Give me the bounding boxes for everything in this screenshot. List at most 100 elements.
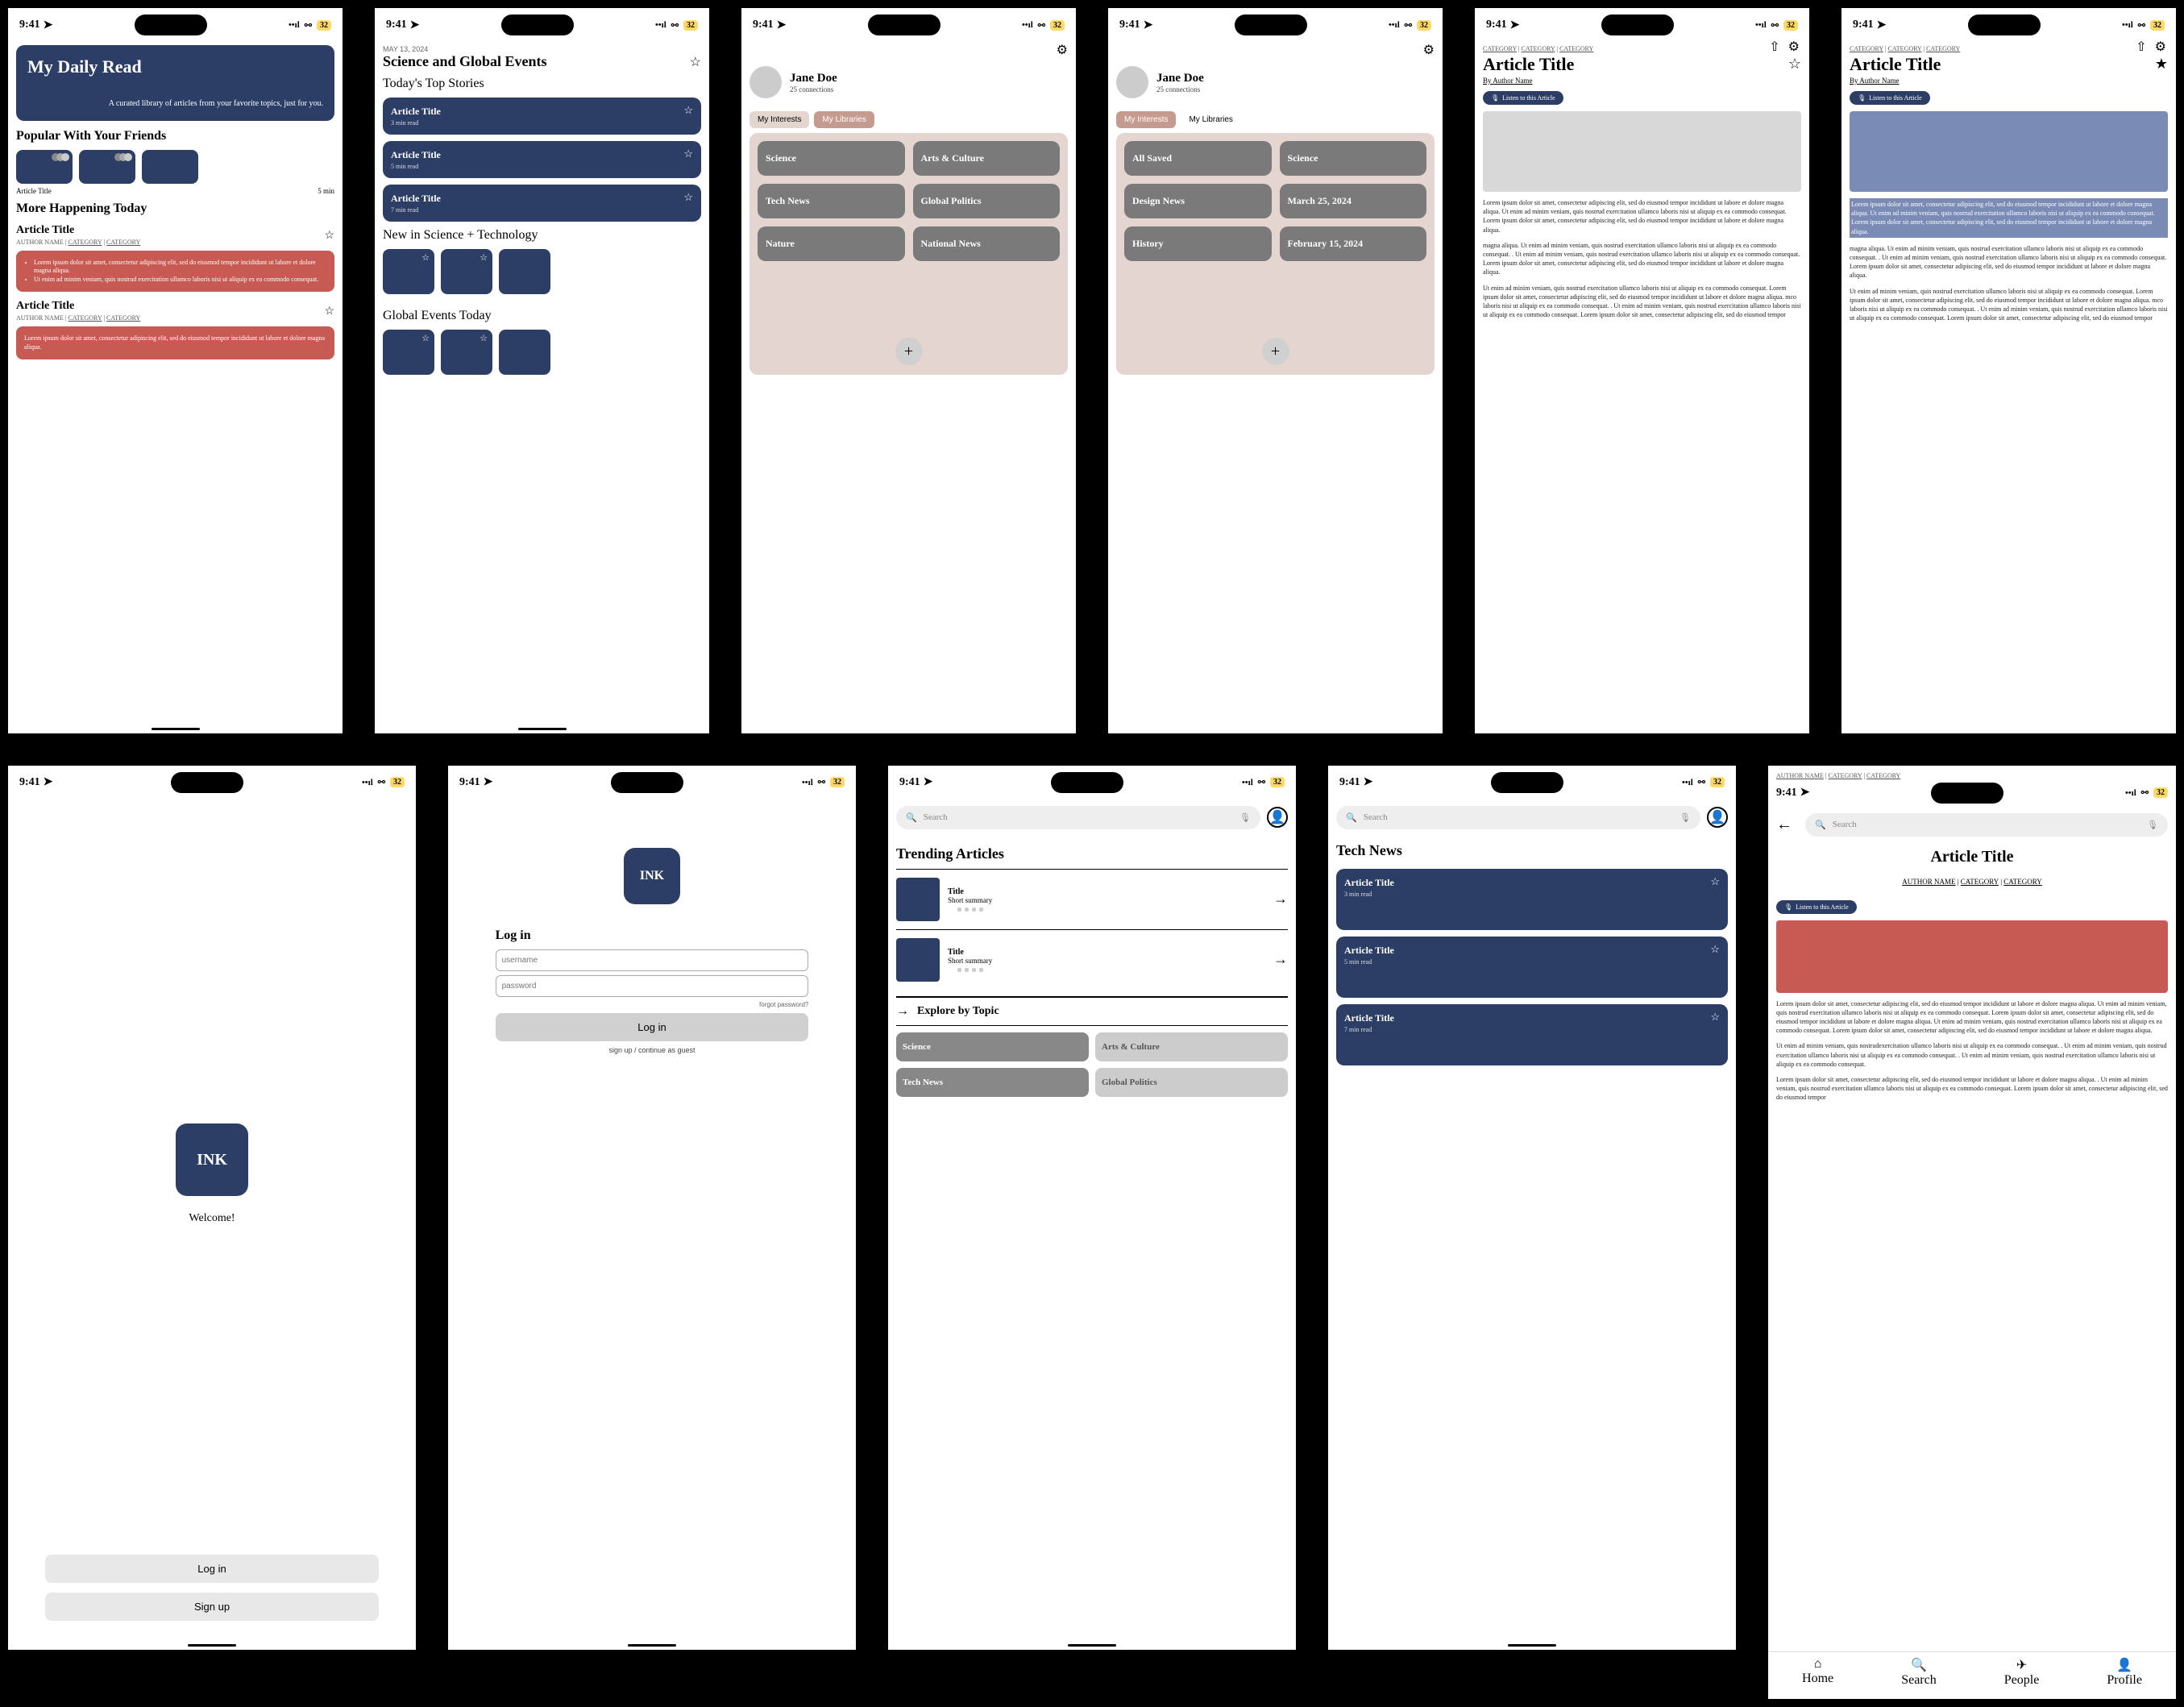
profile-name: Jane Doe xyxy=(790,72,837,85)
thumb-card[interactable]: ☆ xyxy=(441,249,492,294)
home-indicator[interactable] xyxy=(152,728,200,730)
library-chip[interactable]: February 15, 2024 xyxy=(1280,226,1427,261)
star-icon[interactable]: ☆ xyxy=(1710,943,1720,956)
home-indicator[interactable] xyxy=(628,1644,676,1647)
story-card[interactable]: Article Title3 min read☆ xyxy=(383,98,701,135)
star-icon[interactable]: ☆ xyxy=(683,104,693,117)
library-chip[interactable]: Design News xyxy=(1124,184,1272,218)
breadcrumb[interactable]: CATEGORY | CATEGORY | CATEGORY xyxy=(1483,45,1801,52)
story-card[interactable]: Article Title7 min read☆ xyxy=(1336,1004,1728,1065)
add-button[interactable]: + xyxy=(1262,338,1289,365)
library-chip[interactable]: History xyxy=(1124,226,1272,261)
story-card[interactable]: Article Title3 min read☆ xyxy=(1336,869,1728,930)
gear-icon[interactable]: ⚙ xyxy=(1057,44,1068,57)
listen-button[interactable]: 🎙Listen to this Article xyxy=(1483,91,1563,105)
username-input[interactable] xyxy=(496,949,809,971)
star-icon[interactable]: ☆ xyxy=(683,191,693,204)
popular-scroll[interactable] xyxy=(16,150,334,184)
login-button[interactable]: Log in xyxy=(45,1555,378,1583)
library-chip[interactable]: All Saved xyxy=(1124,141,1272,176)
tab-libraries[interactable]: My Libraries xyxy=(814,111,874,128)
thumb-card[interactable]: ☆ xyxy=(383,330,434,375)
popular-card[interactable] xyxy=(142,150,198,184)
forgot-password-link[interactable]: forgot password? xyxy=(496,1001,809,1008)
arrow-icon[interactable]: → xyxy=(1273,951,1288,968)
article-item[interactable]: Article Title ☆ AUTHOR NAME | CATEGORY |… xyxy=(16,300,334,359)
trending-item[interactable]: TitleShort summary → xyxy=(896,869,1288,929)
signup-button[interactable]: Sign up xyxy=(45,1593,378,1621)
interest-chip[interactable]: Arts & Culture xyxy=(913,141,1061,176)
gear-icon[interactable]: ⚙ xyxy=(2155,39,2166,55)
gear-icon[interactable]: ⚙ xyxy=(1788,39,1800,55)
home-indicator[interactable] xyxy=(188,1644,236,1647)
topic-chip[interactable]: Global Politics xyxy=(1095,1068,1288,1097)
star-icon[interactable]: ☆ xyxy=(1788,56,1801,73)
star-icon[interactable]: ☆ xyxy=(683,147,693,160)
interest-chip[interactable]: Tech News xyxy=(758,184,905,218)
story-card[interactable]: Article Title5 min read☆ xyxy=(383,141,701,178)
hero-subtitle: A curated library of articles from your … xyxy=(27,98,323,110)
interest-chip[interactable]: Nature xyxy=(758,226,905,261)
thumb-card[interactable] xyxy=(499,249,550,294)
nav-search[interactable]: 🔍Search xyxy=(1901,1657,1937,1688)
star-icon-filled[interactable]: ★ xyxy=(2155,56,2168,73)
topic-chip[interactable]: Tech News xyxy=(896,1068,1089,1097)
location-icon: ➤ xyxy=(1364,775,1373,789)
home-indicator[interactable] xyxy=(1508,1644,1556,1647)
avatar[interactable] xyxy=(1116,66,1148,98)
listen-button[interactable]: 🎙Listen to this Article xyxy=(1776,900,1857,914)
add-button[interactable]: + xyxy=(895,338,923,365)
star-icon[interactable]: ☆ xyxy=(324,229,334,243)
share-icon[interactable]: ⇧ xyxy=(2136,39,2146,55)
trending-item[interactable]: TitleShort summary → xyxy=(896,929,1288,990)
library-chip[interactable]: Science xyxy=(1280,141,1427,176)
nav-people[interactable]: ✈People xyxy=(2004,1657,2040,1688)
topic-chip[interactable]: Science xyxy=(896,1032,1089,1061)
nav-home[interactable]: ⌂Home xyxy=(1802,1657,1833,1688)
arrow-icon[interactable]: → xyxy=(1273,891,1288,907)
story-card[interactable]: Article Title5 min read☆ xyxy=(1336,937,1728,998)
interest-chip[interactable]: National News xyxy=(913,226,1061,261)
interest-chip[interactable]: Global Politics xyxy=(913,184,1061,218)
thumb-scroll[interactable]: ☆ ☆ xyxy=(383,330,701,375)
star-icon[interactable]: ☆ xyxy=(690,54,701,70)
avatar[interactable] xyxy=(749,66,782,98)
home-indicator[interactable] xyxy=(1068,1644,1116,1647)
password-input[interactable] xyxy=(496,975,809,997)
profile-icon[interactable]: 👤 xyxy=(1267,807,1288,828)
popular-card[interactable] xyxy=(79,150,135,184)
nav-profile[interactable]: 👤Profile xyxy=(2107,1657,2142,1688)
thumb-scroll[interactable]: ☆ ☆ xyxy=(383,249,701,294)
library-chip[interactable]: March 25, 2024 xyxy=(1280,184,1427,218)
search-input[interactable]: 🔍Search🎙 xyxy=(1336,806,1700,829)
guest-link[interactable]: sign up / continue as guest xyxy=(456,1046,848,1054)
breadcrumb[interactable]: CATEGORY | CATEGORY | CATEGORY xyxy=(1850,45,2168,52)
story-card[interactable]: Article Title7 min read☆ xyxy=(383,185,701,222)
top-breadcrumb[interactable]: AUTHOR NAME | CATEGORY | CATEGORY xyxy=(1776,772,2168,779)
star-icon[interactable]: ☆ xyxy=(1710,875,1720,888)
thumb-card[interactable]: ☆ xyxy=(383,249,434,294)
listen-button[interactable]: 🎙Listen to this Article xyxy=(1850,91,1930,105)
topic-chip[interactable]: Arts & Culture xyxy=(1095,1032,1288,1061)
back-icon[interactable]: ← xyxy=(1776,816,1792,834)
login-submit-button[interactable]: Log in xyxy=(496,1013,809,1041)
location-icon: ➤ xyxy=(484,775,493,789)
tab-libraries[interactable]: My Libraries xyxy=(1181,111,1240,128)
tab-interests[interactable]: My Interests xyxy=(749,111,809,128)
search-input[interactable]: 🔍Search🎙 xyxy=(896,806,1260,829)
article-item[interactable]: Article Title ☆ AUTHOR NAME | CATEGORY |… xyxy=(16,224,334,292)
home-indicator[interactable] xyxy=(518,728,567,730)
search-input[interactable]: 🔍Search🎙 xyxy=(1805,813,2168,837)
thumb-card[interactable]: ☆ xyxy=(441,330,492,375)
gear-icon[interactable]: ⚙ xyxy=(1423,44,1435,57)
star-icon[interactable]: ☆ xyxy=(1710,1011,1720,1024)
send-icon: ✈ xyxy=(2004,1657,2040,1673)
star-icon[interactable]: ☆ xyxy=(324,305,334,318)
popular-card[interactable] xyxy=(16,150,73,184)
tab-interests[interactable]: My Interests xyxy=(1116,111,1176,128)
thumb-card[interactable] xyxy=(499,330,550,375)
interest-chip[interactable]: Science xyxy=(758,141,905,176)
article-body-highlighted[interactable]: Lorem ipsum dolor sit amet, consectetur … xyxy=(1850,198,2168,238)
share-icon[interactable]: ⇧ xyxy=(1769,39,1779,55)
profile-icon[interactable]: 👤 xyxy=(1707,807,1728,828)
